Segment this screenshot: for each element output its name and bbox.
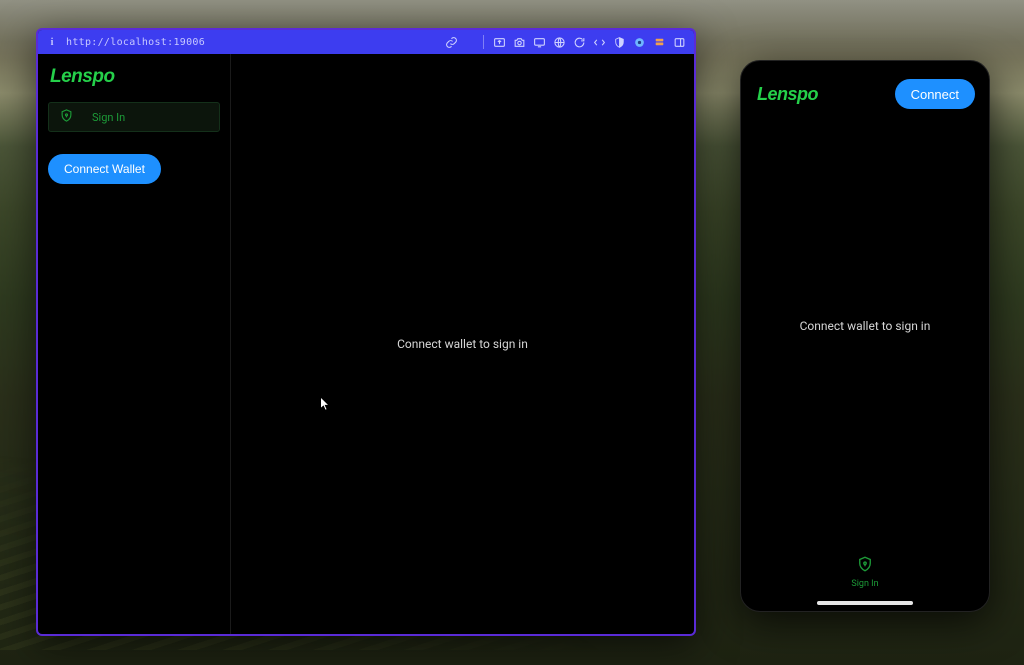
refresh-icon[interactable] [573,36,586,49]
mobile-main-message: Connect wallet to sign in [800,319,931,333]
sidebar-item-signin[interactable]: Sign In [48,102,220,132]
disc-icon[interactable] [633,36,646,49]
site-info-icon[interactable]: i [46,37,58,48]
mobile-frame: Lenspo Connect Connect wallet to sign in… [740,60,990,612]
mobile-brand-logo[interactable]: Lenspo [755,84,818,105]
globe-icon[interactable] [553,36,566,49]
browser-toolbar-icons [445,35,686,49]
stack-icon[interactable] [653,36,666,49]
sidebar-signin-label: Sign In [92,111,125,124]
connect-wallet-button[interactable]: Connect Wallet [48,154,161,184]
main-content: Connect wallet to sign in [231,54,694,634]
mobile-connect-button[interactable]: Connect [895,79,975,109]
shield-lock-icon [59,108,74,126]
browser-urlbar: i http://localhost:19006 [38,30,694,54]
screen-icon[interactable] [533,36,546,49]
url-text[interactable]: http://localhost:19006 [66,37,205,48]
mobile-bottom-nav: Sign In [741,555,989,589]
upload-icon[interactable] [493,36,506,49]
browser-window: i http://localhost:19006 Lenspo [36,28,696,636]
shield-lock-icon[interactable] [856,555,874,576]
shield-half-icon[interactable] [613,36,626,49]
home-indicator[interactable] [817,601,913,605]
sidebar: Lenspo Sign In Connect Wallet [38,54,231,634]
link-icon[interactable] [445,36,458,49]
mobile-nav-signin-label[interactable]: Sign In [851,579,878,589]
mobile-header: Lenspo Connect [741,61,989,117]
main-message: Connect wallet to sign in [397,337,528,351]
panel-icon[interactable] [673,36,686,49]
camera-icon[interactable] [513,36,526,49]
brand-logo[interactable]: Lenspo [48,66,220,88]
sync-icon[interactable] [593,36,606,49]
mobile-main-content: Connect wallet to sign in [741,121,989,531]
app-root-desktop: Lenspo Sign In Connect Wallet Connect wa… [38,54,694,634]
toolbar-separator [483,35,484,49]
